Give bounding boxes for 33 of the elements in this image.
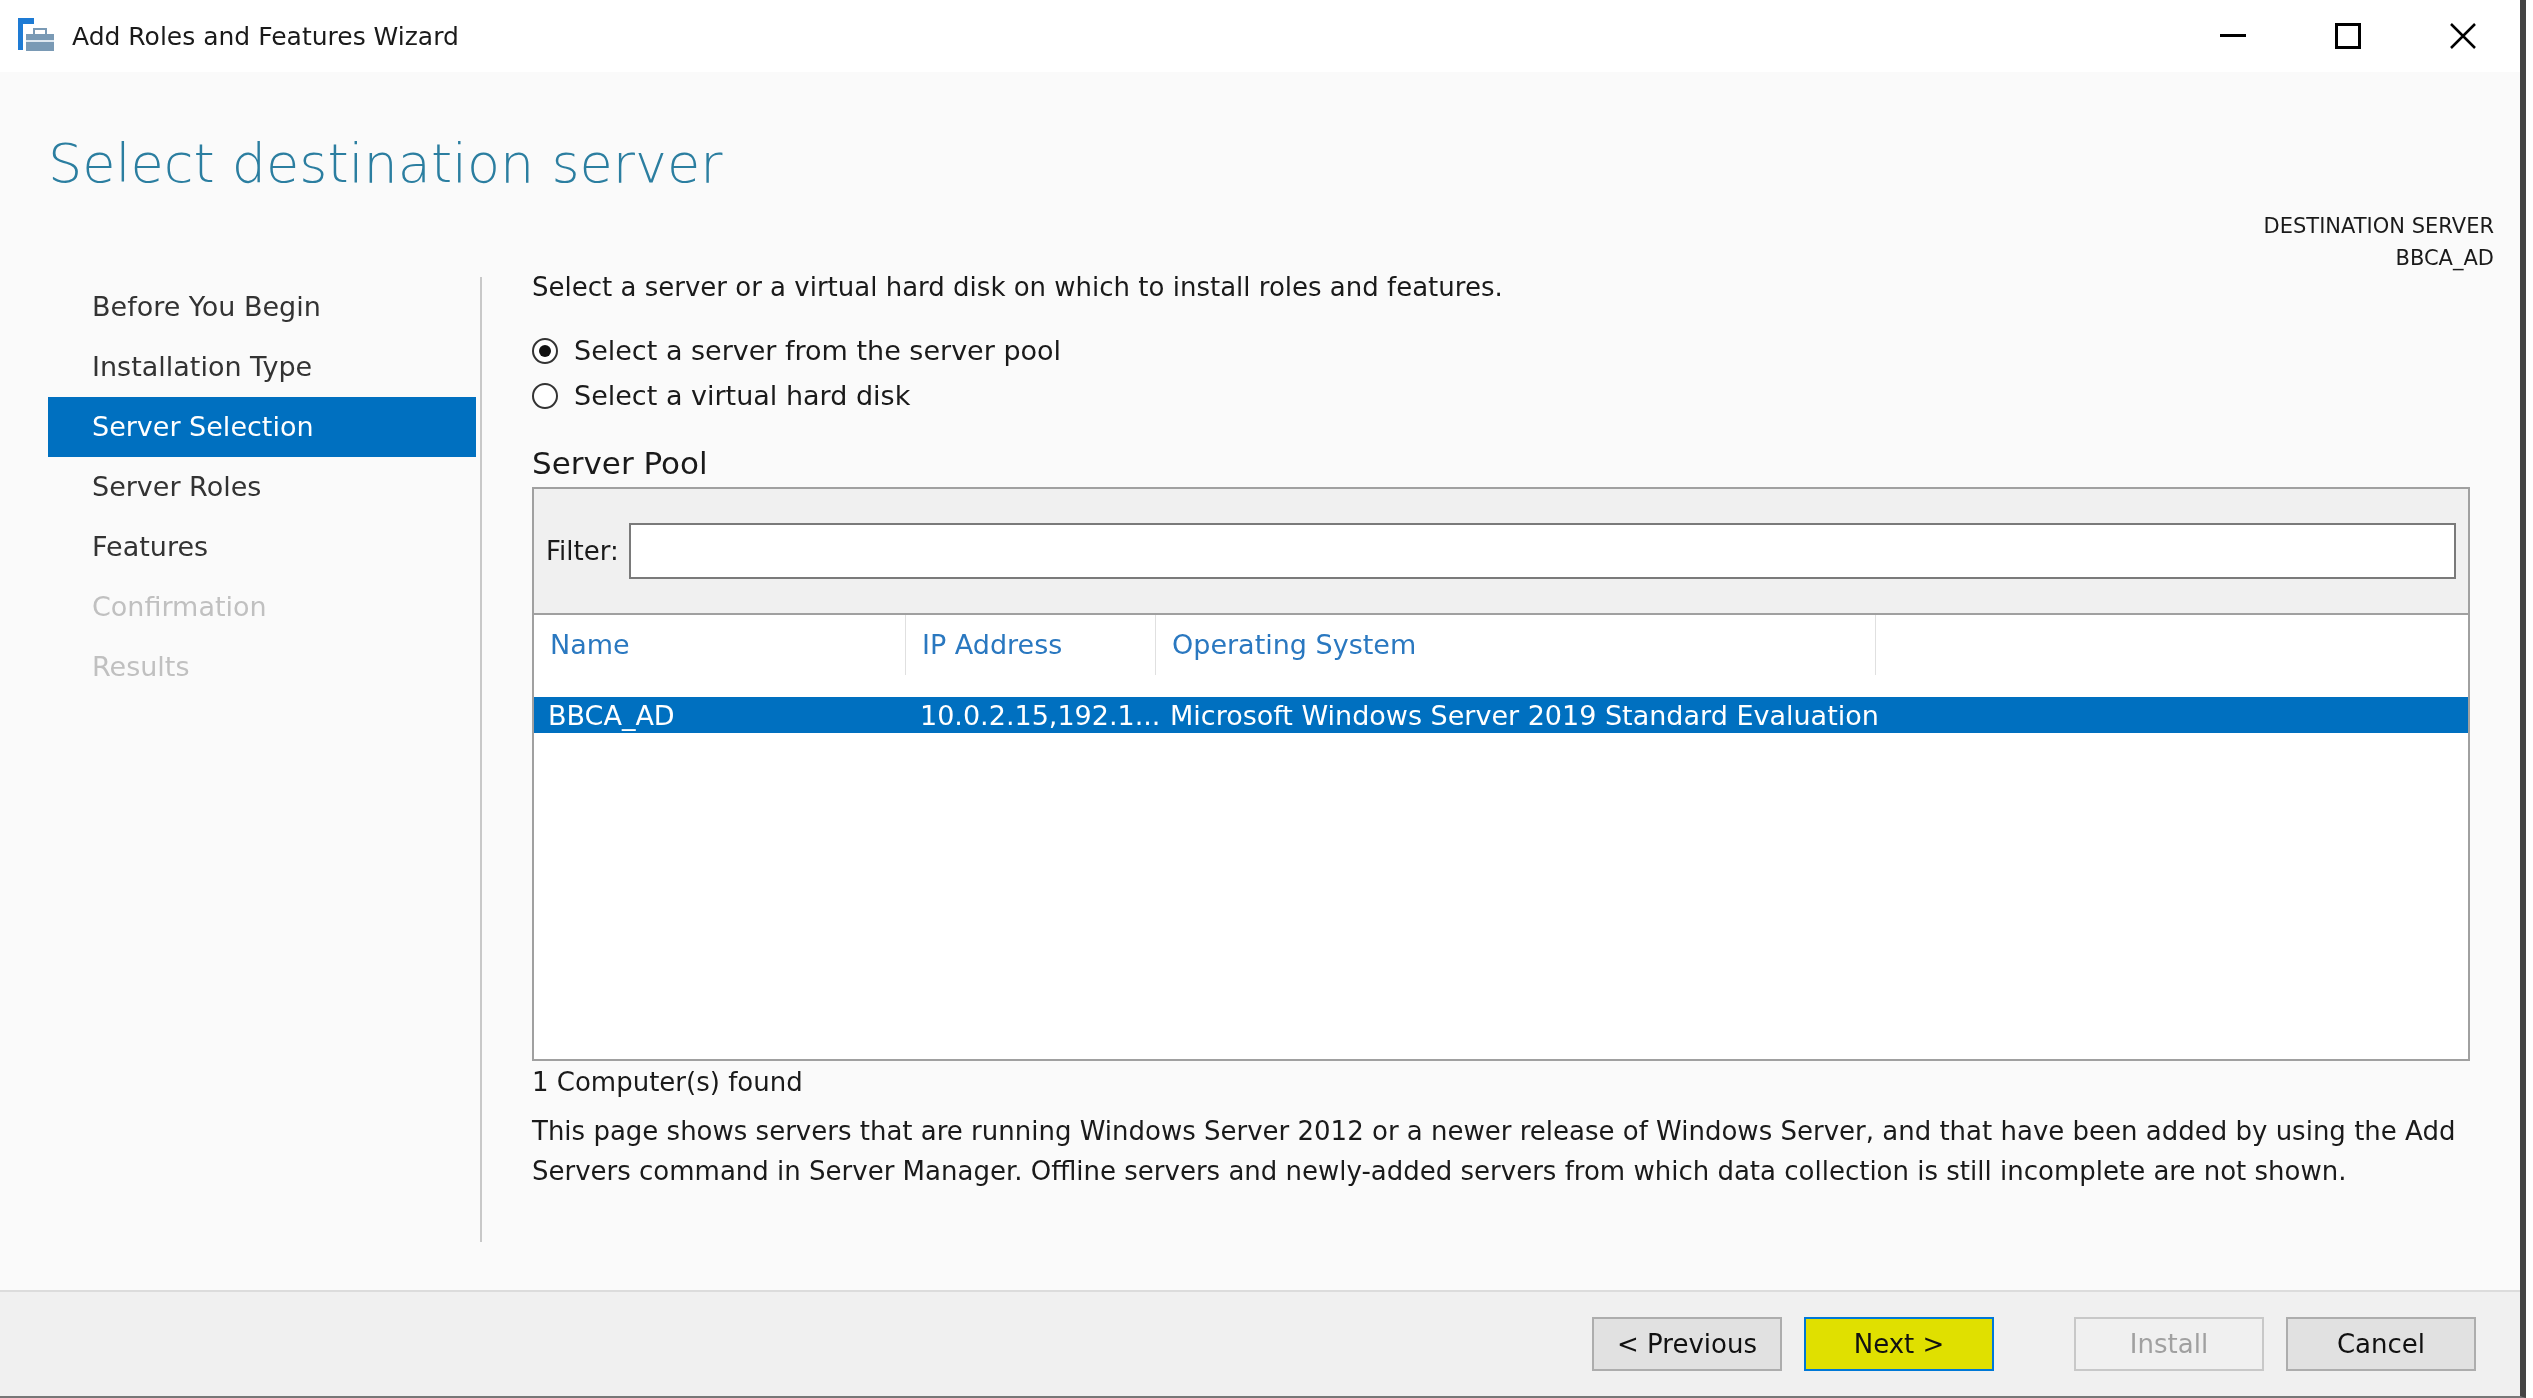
table-cell-text: BBCA_AD: [547, 699, 676, 731]
wizard-button[interactable]: Cancel: [2286, 1317, 2476, 1371]
info-text: This page shows servers that are running Windows Server 2012 or a newer release of Windows Server, and that have been added by using the Add Servers command in Server Manager. Offline servers and newly-added servers from which data collection is still incomplete are not shown.: [532, 1115, 2457, 1188]
window-title: Add Roles and Features Wizard: [72, 21, 459, 51]
column-header[interactable]: Name: [534, 615, 906, 675]
instruction-text: Select a server or a virtual hard disk on which to install roles and features.: [532, 271, 1504, 304]
section-title: Server Pool: [532, 445, 709, 481]
server-row[interactable]: BBCA_AD 10.0.2.15,192.1... Microsoft Windows Server 2019 Standard Evaluation: [534, 697, 2468, 733]
radio-option[interactable]: Select a virtual hard disk: [532, 380, 2470, 411]
radio-option[interactable]: Select a server from the server pool: [532, 335, 2470, 366]
filter-field[interactable]: [628, 523, 2456, 579]
toolbox-icon: [18, 18, 54, 54]
filter-label: Filter:: [546, 536, 619, 566]
wizard-button[interactable]: Next >: [1804, 1317, 1994, 1371]
close-icon: [2449, 23, 2476, 49]
result-count: 1 Computer(s) found: [532, 1067, 804, 1097]
table-cell-text: Microsoft Windows Server 2019 Standard Evaluation: [1169, 699, 1876, 731]
wizard-step[interactable]: Server Roles: [48, 457, 476, 517]
column-header[interactable]: Operating System: [1156, 615, 1876, 675]
wizard-step[interactable]: Installation Type: [48, 337, 476, 397]
wizard-step[interactable]: Before You Begin: [48, 277, 476, 337]
wizard-button[interactable]: < Previous: [1592, 1317, 1782, 1371]
destination-label: DESTINATION SERVER: [2263, 213, 2494, 240]
wizard-step[interactable]: Server Selection: [48, 397, 476, 457]
table-cell-text: 10.0.2.15,192.1...: [919, 699, 1156, 731]
page-title: Select destination server: [48, 132, 723, 197]
maximize-icon: [2334, 23, 2361, 49]
wizard-step[interactable]: Features: [48, 517, 476, 577]
destination-server: BBCA_AD: [2395, 245, 2494, 273]
minimize-icon: [2219, 34, 2246, 38]
column-header[interactable]: IP Address: [906, 615, 1156, 675]
radio-button[interactable]: [532, 337, 558, 364]
radio-button[interactable]: [532, 382, 558, 409]
